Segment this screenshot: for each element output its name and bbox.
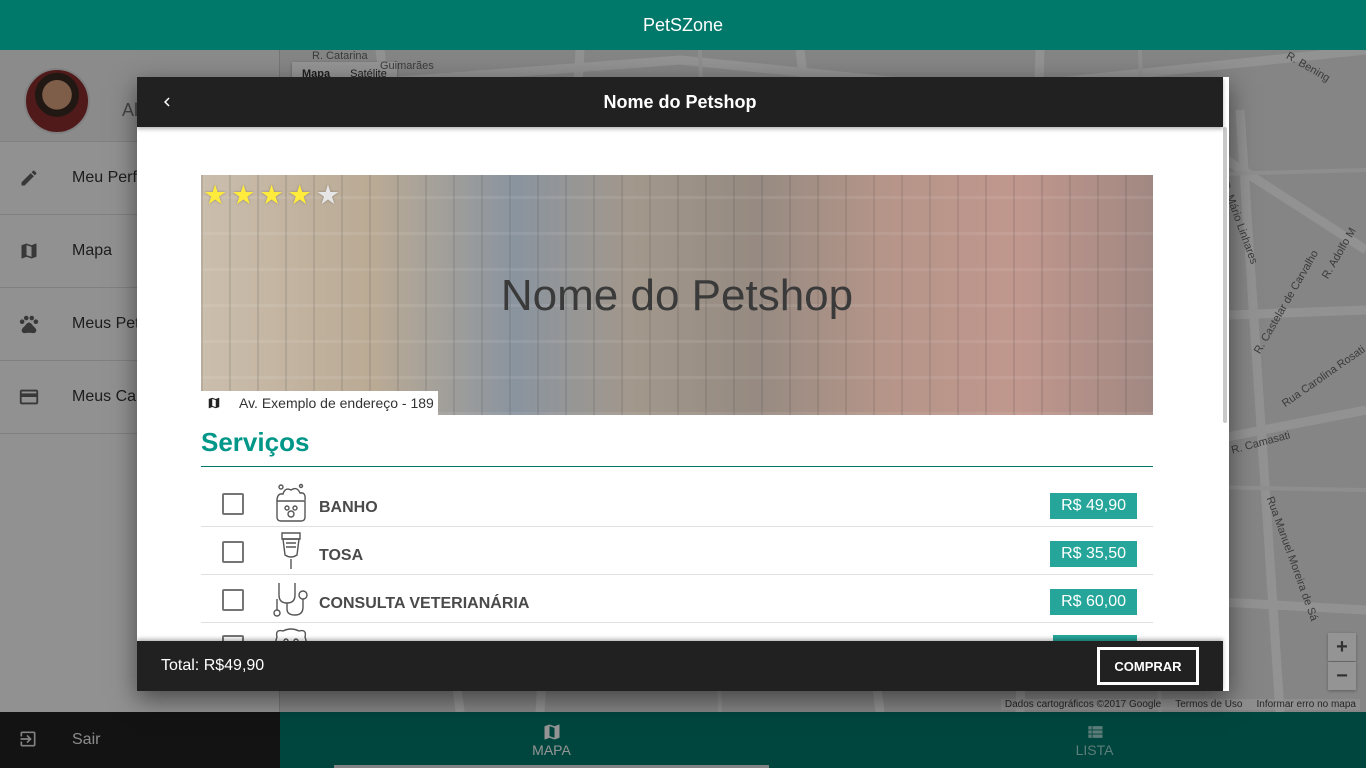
map-icon bbox=[207, 396, 221, 410]
star-filled-icon: ★ bbox=[287, 180, 312, 210]
app-bar: PetSZone bbox=[0, 0, 1366, 50]
pet-face-icon bbox=[275, 628, 307, 641]
service-name: BANHO bbox=[319, 499, 378, 516]
address-bar: Av. Exemplo de endereço - 189 bbox=[201, 391, 438, 415]
dialog-footer: Total: R$49,90 COMPRAR bbox=[137, 641, 1223, 691]
star-filled-icon: ★ bbox=[231, 180, 256, 210]
star-filled-icon: ★ bbox=[203, 180, 228, 210]
rating-stars: ★ ★ ★ ★ ★ bbox=[203, 181, 340, 209]
services-heading: Serviços bbox=[201, 427, 310, 457]
service-row[interactable]: TOSA R$ 35,50 bbox=[201, 527, 1153, 575]
star-filled-icon: ★ bbox=[259, 180, 284, 210]
price-badge: R$ 35,50 bbox=[1050, 541, 1137, 567]
service-row[interactable]: BANHO R$ 49,90 bbox=[201, 479, 1153, 527]
address-text: Av. Exemplo de endereço - 189 bbox=[239, 395, 434, 411]
price-badge: R$ 49,90 bbox=[1050, 493, 1137, 519]
price-badge: R$ 60,00 bbox=[1050, 589, 1137, 615]
divider bbox=[201, 466, 1153, 467]
dialog-header: Nome do Petshop bbox=[137, 77, 1223, 127]
service-row-partial[interactable] bbox=[201, 623, 1153, 641]
service-name: CONSULTA VETERIANÁRIA bbox=[319, 595, 530, 612]
dialog-scrollbar[interactable] bbox=[1223, 127, 1227, 423]
service-checkbox[interactable] bbox=[222, 493, 244, 515]
bath-icon bbox=[276, 483, 306, 522]
star-empty-icon: ★ bbox=[315, 180, 341, 210]
service-checkbox[interactable] bbox=[222, 589, 244, 611]
total-amount: Total: R$49,90 bbox=[161, 657, 265, 674]
petshop-dialog: Nome do Petshop Nome do Petshop ★ ★ ★ ★ ★ Av… bbox=[137, 77, 1229, 691]
app-title: PetSZone bbox=[642, 14, 724, 35]
chevron-left-icon bbox=[164, 97, 170, 107]
dialog-content: Nome do Petshop ★ ★ ★ ★ ★ Av. Exemplo de end… bbox=[137, 127, 1223, 641]
service-checkbox[interactable] bbox=[222, 541, 244, 563]
service-row[interactable]: CONSULTA VETERIANÁRIA R$ 60,00 bbox=[201, 575, 1153, 623]
stethoscope-icon bbox=[273, 583, 308, 617]
hero-title: Nome do Petshop bbox=[500, 271, 854, 320]
back-button[interactable] bbox=[155, 90, 179, 114]
petshop-hero: Nome do Petshop ★ ★ ★ ★ ★ Av. Exemplo de end… bbox=[201, 175, 1153, 415]
service-name: TOSA bbox=[319, 547, 364, 564]
buy-button[interactable]: COMPRAR bbox=[1097, 647, 1199, 685]
clipper-icon bbox=[281, 532, 301, 569]
dialog-title: Nome do Petshop bbox=[603, 91, 757, 112]
